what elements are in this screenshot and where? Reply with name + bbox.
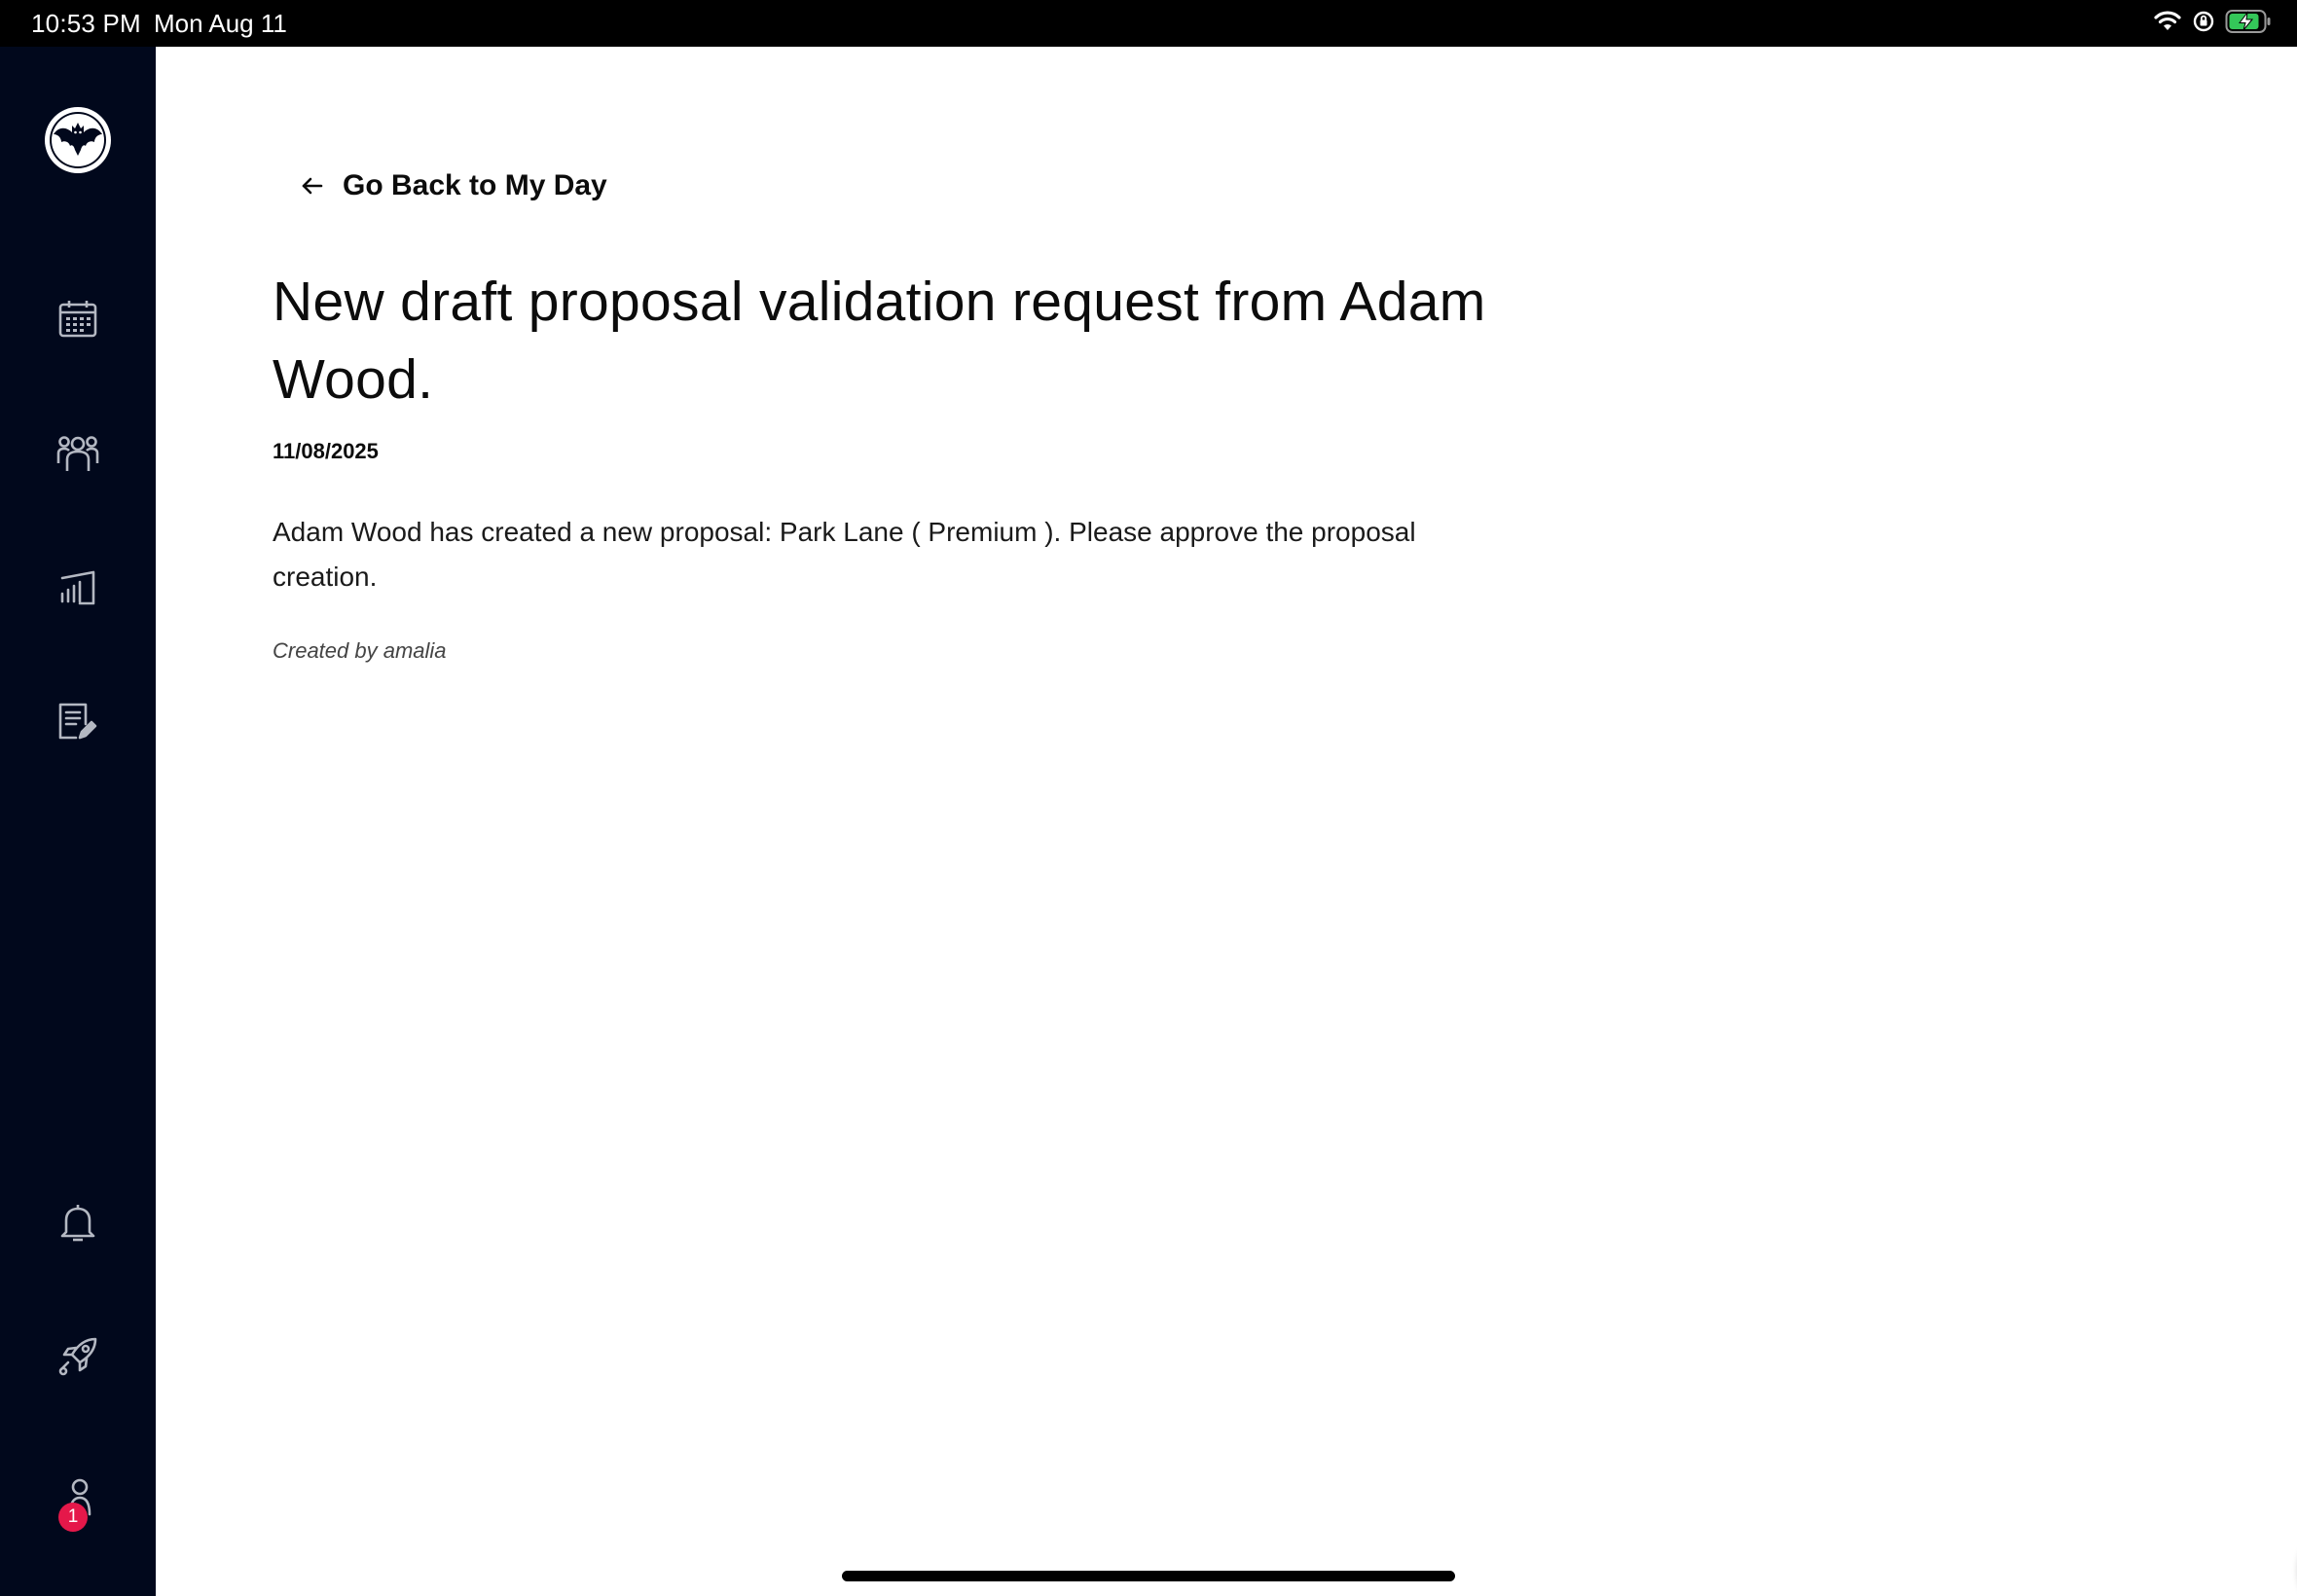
- status-time: 10:53 PM: [31, 9, 141, 38]
- status-date: Mon Aug 11: [154, 9, 287, 38]
- sidebar-item-profile[interactable]: 1: [47, 1468, 109, 1532]
- sidebar-item-proposals[interactable]: [47, 691, 109, 753]
- notification-body: Adam Wood has created a new proposal: Pa…: [273, 517, 1416, 592]
- notification-date: 11/08/2025: [273, 439, 379, 463]
- calendar-icon: [56, 298, 99, 341]
- arrow-left-icon: [298, 171, 327, 200]
- wifi-icon: [2153, 10, 2182, 38]
- created-by: Created by amalia: [273, 638, 447, 663]
- status-icons: [2153, 9, 2272, 39]
- sidebar-item-launch[interactable]: [47, 1325, 109, 1388]
- document-edit-icon: [56, 701, 99, 744]
- app-root: 10:53 PM Mon Aug 11 1 Go Back to My Day …: [0, 0, 2297, 1596]
- back-to-my-day-link[interactable]: Go Back to My Day: [298, 169, 607, 202]
- back-link-label: Go Back to My Day: [343, 169, 607, 201]
- page-title: New draft proposal validation request fr…: [273, 271, 1486, 411]
- status-bar: 10:53 PM Mon Aug 11: [0, 0, 2297, 47]
- notification-badge: 1: [58, 1503, 88, 1532]
- battery-charging-icon: [2225, 9, 2272, 39]
- sidebar-nav: 1: [0, 47, 156, 1596]
- bell-icon: [56, 1201, 99, 1244]
- sidebar-item-customers[interactable]: [47, 422, 109, 485]
- bar-chart-icon: [56, 566, 99, 609]
- orientation-lock-icon: [2192, 10, 2215, 38]
- home-indicator[interactable]: [842, 1571, 1455, 1581]
- sidebar-item-reports[interactable]: [47, 557, 109, 619]
- sidebar-item-calendar[interactable]: [47, 288, 109, 350]
- people-icon: [55, 432, 100, 475]
- brand-logo[interactable]: [43, 105, 113, 175]
- sidebar-item-notifications[interactable]: [47, 1191, 109, 1253]
- main-content: Go Back to My Day New draft proposal val…: [156, 47, 2297, 1596]
- rocket-icon: [56, 1335, 99, 1378]
